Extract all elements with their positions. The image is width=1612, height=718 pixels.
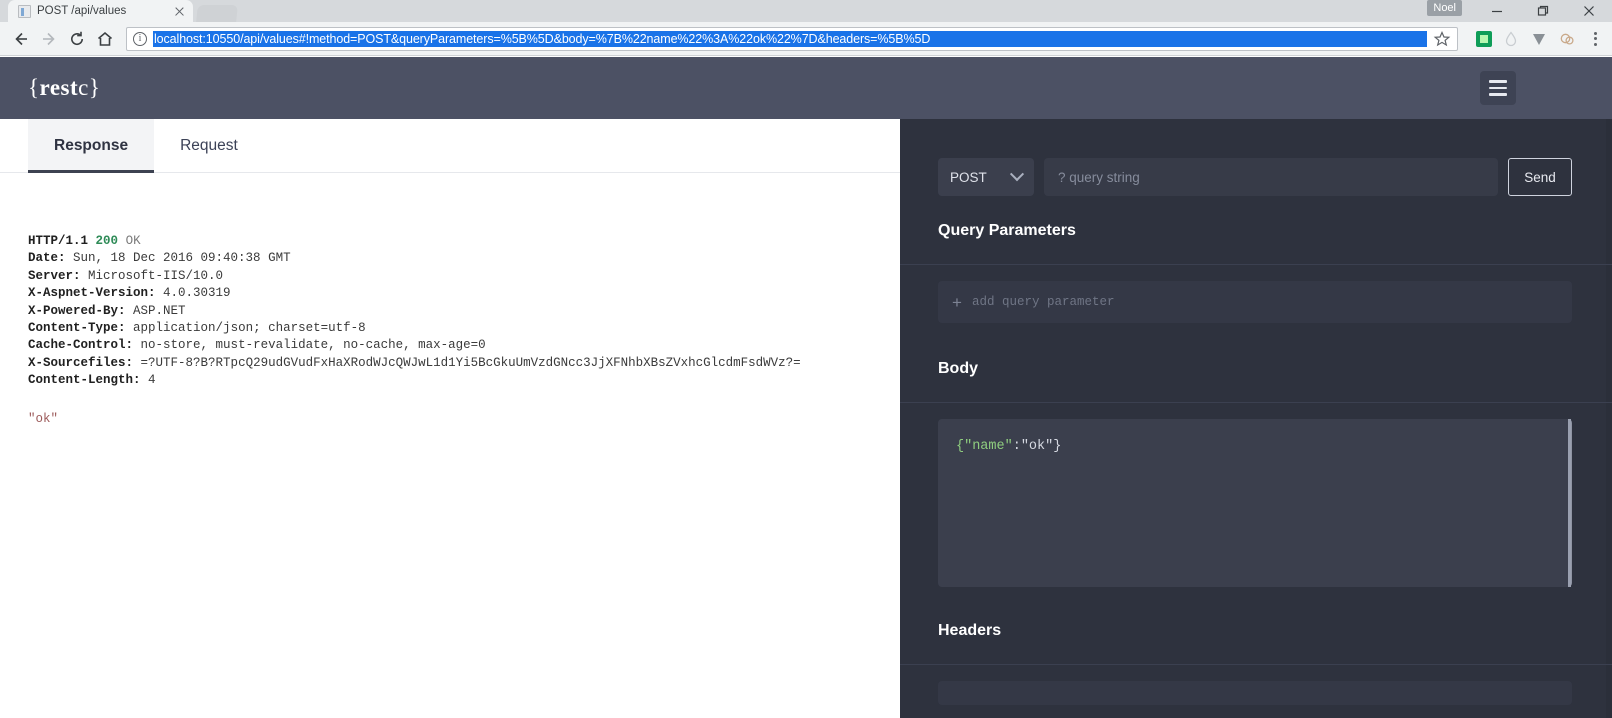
tab-response[interactable]: Response [28,119,155,173]
body-code-key: {"name" [956,439,1013,454]
response-payload: "ok" [28,411,59,426]
header-key: Date: [28,251,66,266]
kebab-menu-icon[interactable] [1586,30,1604,48]
section-divider [900,264,1612,265]
hamburger-menu-icon[interactable] [1480,71,1516,105]
add-query-parameter-button[interactable]: + add query parameter [938,281,1572,323]
response-header-row: Server: Microsoft-IIS/10.0 [28,268,872,285]
header-key: Cache-Control: [28,338,134,353]
back-arrow-icon[interactable] [8,26,34,52]
cloud-extension-icon[interactable] [1558,30,1576,48]
response-header-row: X-Powered-By: ASP.NET [28,303,872,320]
request-builder: POST Send Query Parameters + add query p… [900,57,1612,718]
logo-name-light: c [78,75,89,100]
section-divider [900,402,1612,403]
body-editor[interactable]: {"name":"ok"} [938,419,1572,587]
url-text[interactable]: localhost:10550/api/values#!method=POST&… [153,30,1427,47]
header-value: =?UTF-8?B?RTpcQ29udGVudFxHaXRodWJcQWJwL1… [140,355,801,370]
response-tab-bar: Response Request [0,119,900,173]
method-select[interactable]: POST [938,158,1034,196]
page-content: {restc} Response Request HTTP/1.1 200 OK… [0,57,1612,718]
browser-toolbar: i localhost:10550/api/values#!method=POS… [0,22,1612,56]
header-value: Microsoft-IIS/10.0 [88,268,224,283]
header-value: no-store, must-revalidate, no-cache, max… [140,338,486,353]
header-key: X-Sourcefiles: [28,355,134,370]
add-header-button[interactable] [938,681,1572,705]
browser-window: POST /api/values Noel i localhost:10550/… [0,0,1612,718]
logo-name-bold: rest [39,75,79,100]
plus-icon: + [952,292,962,312]
address-bar[interactable]: i localhost:10550/api/values#!method=POS… [126,26,1458,51]
send-button[interactable]: Send [1508,158,1572,196]
header-value: 4.0.30319 [163,286,231,301]
tab-request-label: Request [180,136,238,154]
body-code: {"name":"ok"} [956,439,1552,454]
status-text: OK [125,234,141,248]
header-key: Content-Type: [28,321,126,336]
headers-title: Headers [938,622,1002,639]
response-status-line: HTTP/1.1 200 OK [28,233,872,250]
app-header: {restc} [0,57,1612,119]
response-content: HTTP/1.1 200 OK Date: Sun, 18 Dec 2016 0… [0,173,900,718]
v-extension-icon[interactable] [1530,30,1548,48]
response-header-row: Date: Sun, 18 Dec 2016 09:40:38 GMT [28,250,872,267]
tab-request[interactable]: Request [154,119,264,172]
response-header-row: Content-Length: 4 [28,372,872,389]
app-logo: {restc} [28,75,100,101]
status-protocol: HTTP/1.1 [28,234,89,248]
bookmark-star-icon[interactable] [1433,30,1451,48]
green-square-extension-icon[interactable] [1476,30,1492,47]
headers-section: Headers [900,622,1612,705]
browser-titlebar: POST /api/values Noel [0,0,1612,22]
query-string-input[interactable] [1044,158,1498,196]
header-value: application/json; charset=utf-8 [133,321,366,336]
info-circle-icon[interactable]: i [133,31,147,46]
header-value: ASP.NET [133,303,186,318]
droplet-extension-icon[interactable] [1502,30,1520,48]
window-controls [1474,0,1612,22]
section-divider [900,664,1612,665]
header-key: Content-Length: [28,373,141,388]
user-profile-chip[interactable]: Noel [1427,0,1462,16]
extension-icons [1466,30,1604,48]
header-value: Sun, 18 Dec 2016 09:40:38 GMT [73,251,291,266]
maximize-icon[interactable] [1520,0,1566,22]
header-key: Server: [28,268,81,283]
browser-tab[interactable]: POST /api/values [8,0,193,22]
minimize-icon[interactable] [1474,0,1520,22]
status-code: 200 [95,234,119,248]
method-select-value: POST [950,169,987,185]
body-code-rest: :"ok"} [1012,439,1062,454]
header-key: X-Powered-By: [28,303,126,318]
tab-response-label: Response [54,136,129,154]
logo-left-brace: { [28,75,40,100]
logo-right-brace: } [88,75,101,100]
query-parameters-title: Query Parameters [938,222,1076,239]
close-icon[interactable] [1566,0,1612,22]
response-header-row: X-Aspnet-Version: 4.0.30319 [28,285,872,302]
reload-icon[interactable] [64,26,90,52]
header-value: 4 [148,373,156,388]
body-editor-scrollbar[interactable] [1568,419,1571,587]
response-header-row: Content-Type: application/json; charset=… [28,320,872,337]
response-header-row: X-Sourcefiles: =?UTF-8?B?RTpcQ29udGVudFx… [28,355,872,372]
browser-tab-title: POST /api/values [37,5,127,17]
request-method-row: POST Send [900,149,1612,205]
page-icon [18,4,31,18]
query-parameters-section: Query Parameters + add query parameter [900,222,1612,323]
close-icon[interactable] [173,4,187,18]
response-header-row: Cache-Control: no-store, must-revalidate… [28,337,872,354]
chevron-down-icon [1009,167,1025,182]
body-section: Body {"name":"ok"} [900,360,1612,587]
add-query-parameter-label: add query parameter [971,295,1115,309]
forward-arrow-icon[interactable] [36,26,62,52]
home-icon[interactable] [92,26,118,52]
new-tab-icon[interactable] [196,5,238,22]
body-title: Body [938,360,978,377]
header-key: X-Aspnet-Version: [28,286,156,301]
